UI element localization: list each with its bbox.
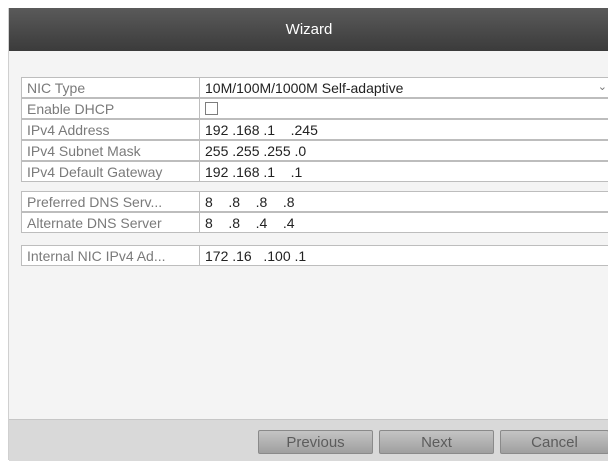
ipv4-default-gateway-label: IPv4 Default Gateway: [22, 162, 200, 181]
chevron-down-icon[interactable]: ⌄: [598, 80, 607, 93]
internal-nic-input[interactable]: 172 .16 .100 .1: [200, 246, 608, 265]
previous-button[interactable]: Previous: [258, 430, 373, 454]
ipv4-default-gateway-row: IPv4 Default Gateway 192 .168 .1 .1: [21, 161, 608, 182]
nic-type-label: NIC Type: [22, 78, 200, 97]
alternate-dns-label: Alternate DNS Server: [22, 213, 200, 232]
preferred-dns-label: Preferred DNS Serv...: [22, 192, 200, 211]
enable-dhcp-checkbox[interactable]: [205, 102, 218, 115]
ipv4-address-row: IPv4 Address 192 .168 .1 .245: [21, 119, 608, 140]
network-settings-form: NIC Type 10M/100M/1000M Self-adaptive ⌄ …: [9, 51, 608, 419]
ipv4-address-input[interactable]: 192 .168 .1 .245: [200, 120, 608, 139]
preferred-dns-input[interactable]: 8 .8 .8 .8: [200, 192, 608, 211]
preferred-dns-row: Preferred DNS Serv... 8 .8 .8 .8: [21, 191, 608, 212]
alternate-dns-input[interactable]: 8 .8 .4 .4: [200, 213, 608, 232]
cancel-button[interactable]: Cancel: [500, 430, 608, 454]
next-button[interactable]: Next: [379, 430, 494, 454]
alternate-dns-row: Alternate DNS Server 8 .8 .4 .4: [21, 212, 608, 233]
enable-dhcp-row: Enable DHCP: [21, 98, 608, 119]
internal-nic-label: Internal NIC IPv4 Ad...: [22, 246, 200, 265]
ipv4-subnet-mask-input[interactable]: 255 .255 .255 .0: [200, 141, 608, 160]
dialog-title: Wizard: [9, 8, 608, 51]
wizard-dialog: Wizard NIC Type 10M/100M/1000M Self-adap…: [8, 8, 608, 461]
nic-type-select[interactable]: 10M/100M/1000M Self-adaptive: [200, 78, 608, 97]
ipv4-subnet-mask-label: IPv4 Subnet Mask: [22, 141, 200, 160]
ipv4-default-gateway-input[interactable]: 192 .168 .1 .1: [200, 162, 608, 181]
dialog-footer: Previous Next Cancel: [9, 419, 608, 461]
nic-type-row: NIC Type 10M/100M/1000M Self-adaptive ⌄: [21, 77, 608, 98]
ipv4-address-label: IPv4 Address: [22, 120, 200, 139]
ipv4-subnet-mask-row: IPv4 Subnet Mask 255 .255 .255 .0: [21, 140, 608, 161]
enable-dhcp-label: Enable DHCP: [22, 99, 200, 118]
internal-nic-row: Internal NIC IPv4 Ad... 172 .16 .100 .1: [21, 245, 608, 266]
